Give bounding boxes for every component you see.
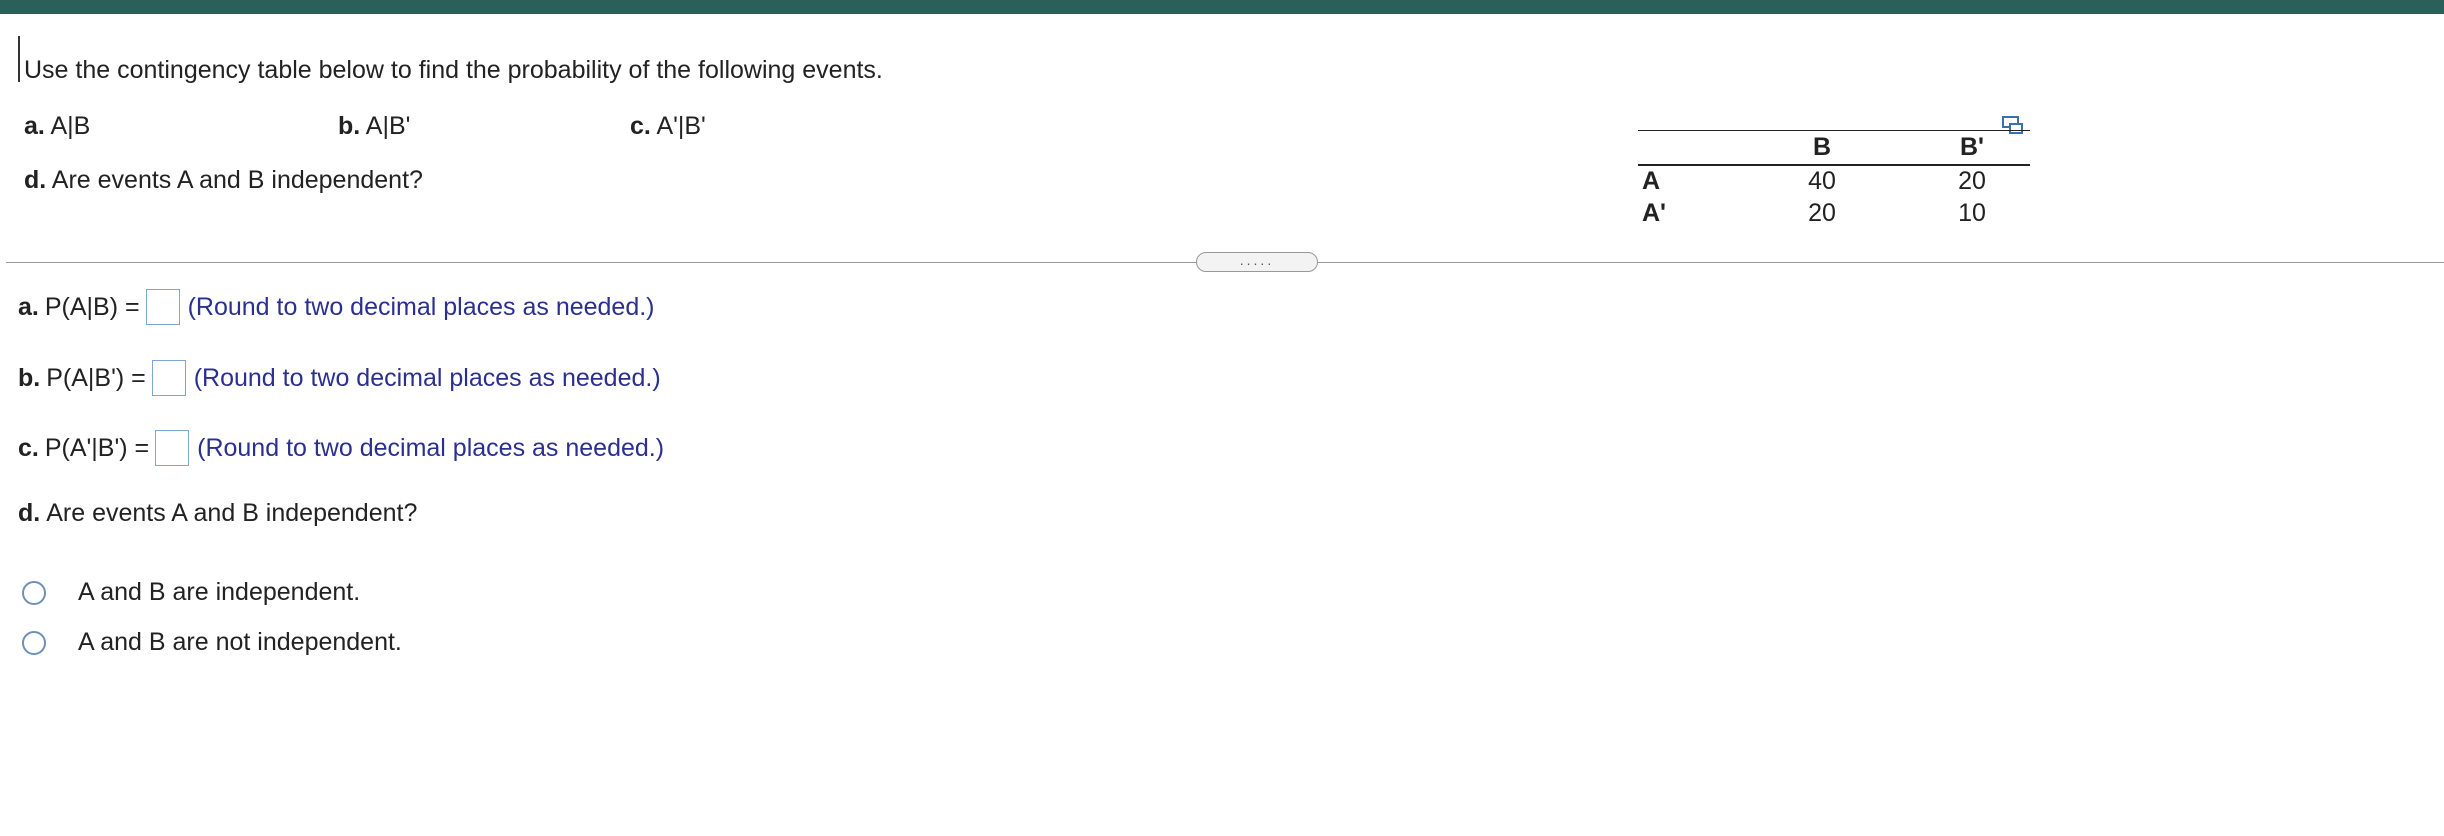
part-a-text: A|B (50, 112, 91, 140)
part-d-letter: d. (24, 166, 47, 194)
copy-table-icon[interactable] (2002, 116, 2024, 134)
part-d-text: Are events A and B independent? (51, 166, 423, 194)
question-area: Use the contingency table below to find … (0, 14, 2444, 262)
answer-d-question: Are events A and B independent? (46, 499, 418, 527)
answer-row-d: d. Are events A and B independent? (18, 499, 417, 528)
radio-label-independent: A and B are independent. (78, 578, 361, 606)
cell-a-b: 40 (1808, 167, 1836, 195)
cell-a-prime-b: 20 (1808, 199, 1836, 227)
question-part-c: c. A'|B' (630, 112, 706, 141)
radio-button-independent[interactable] (22, 580, 46, 605)
answer-c-hint: (Round to two decimal places as needed.) (197, 433, 665, 462)
answer-b-expression: P(A|B') = (46, 363, 146, 392)
answer-a-input[interactable] (145, 289, 180, 325)
answer-c-input[interactable] (155, 430, 190, 466)
table-rule-top (1638, 130, 2030, 131)
question-part-a: a. A|B (24, 112, 90, 141)
answer-row-b: b. P(A|B') = (Round to two decimal place… (18, 360, 661, 396)
text-cursor (18, 36, 20, 82)
answer-a-expression: P(A|B) = (44, 292, 140, 321)
answer-row-c: c. P(A'|B') = (Round to two decimal plac… (18, 430, 664, 466)
divider-drag-handle[interactable]: ..... (1196, 252, 1318, 272)
top-bar (0, 0, 2444, 14)
table-rule-header (1638, 164, 2030, 166)
question-part-d: d. Are events A and B independent? (24, 166, 423, 195)
cell-a-b-prime: 20 (1958, 167, 1986, 195)
radio-option-independent[interactable]: A and B are independent. (22, 578, 360, 607)
answer-d-letter: d. (18, 499, 41, 527)
col-header-b-prime: B' (1960, 133, 1984, 161)
part-c-letter: c. (630, 112, 651, 140)
answer-a-hint: (Round to two decimal places as needed.) (187, 292, 655, 321)
question-part-b: b. A|B' (338, 112, 410, 141)
part-c-text: A'|B' (656, 112, 706, 140)
row-label-a: A (1642, 167, 1661, 195)
answer-row-a: a. P(A|B) = (Round to two decimal places… (18, 289, 655, 325)
answer-b-hint: (Round to two decimal places as needed.) (193, 363, 661, 392)
answer-a-letter: a. (18, 292, 39, 321)
answer-b-letter: b. (18, 363, 41, 392)
part-b-letter: b. (338, 112, 361, 140)
radio-button-not-independent[interactable] (22, 630, 46, 655)
answer-c-letter: c. (18, 433, 39, 462)
row-label-a-prime: A' (1642, 199, 1666, 227)
answer-c-expression: P(A'|B') = (44, 433, 150, 462)
col-header-b: B (1812, 133, 1832, 161)
radio-option-not-independent[interactable]: A and B are not independent. (22, 628, 402, 657)
part-b-text: A|B' (365, 112, 411, 140)
question-prompt: Use the contingency table below to find … (24, 56, 883, 84)
cell-a-prime-b-prime: 10 (1958, 199, 1986, 227)
answer-b-input[interactable] (151, 360, 186, 396)
radio-label-not-independent: A and B are not independent. (78, 628, 402, 656)
part-a-letter: a. (24, 112, 45, 140)
